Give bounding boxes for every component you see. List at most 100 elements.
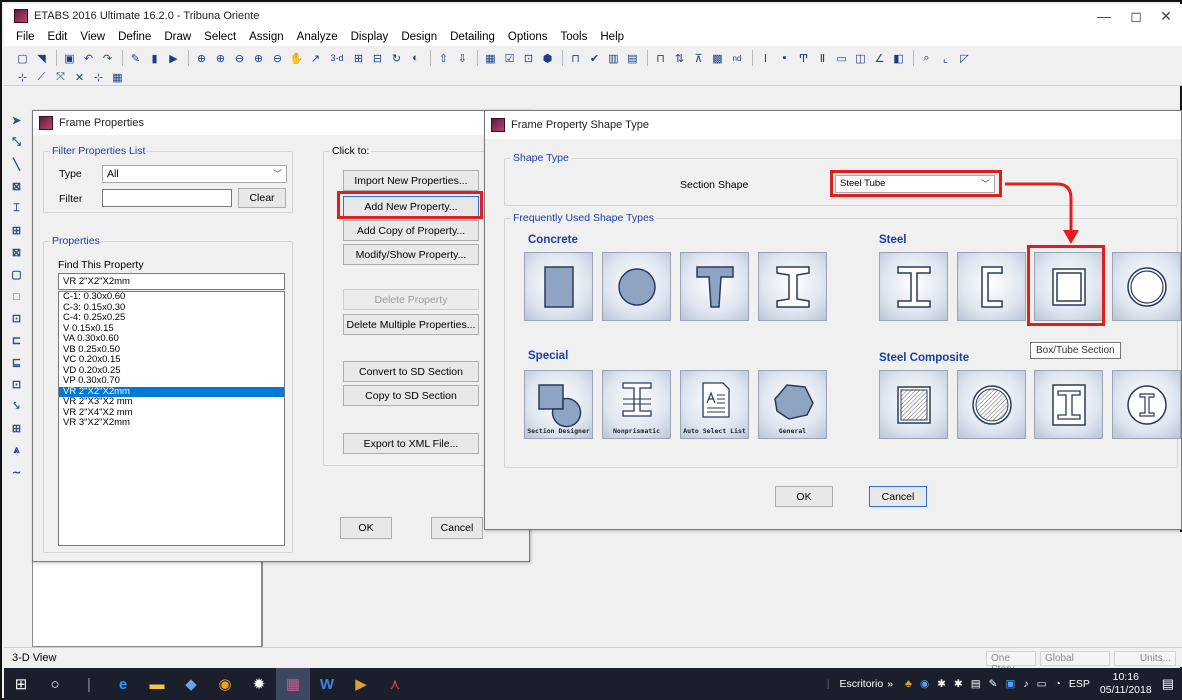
- clock[interactable]: 10:16 05/11/2018: [1100, 671, 1152, 697]
- concrete-tee-tile[interactable]: [680, 252, 749, 321]
- composite-encased-round-tile[interactable]: [1112, 370, 1181, 439]
- pointer-icon[interactable]: ↗: [307, 50, 324, 67]
- list-item[interactable]: VA 0.30x0.60: [59, 333, 284, 345]
- tee-icon[interactable]: Ͳ: [795, 50, 812, 67]
- section-designer-tile[interactable]: Section Designer: [524, 370, 593, 439]
- label-icon[interactable]: ⌞: [937, 50, 954, 67]
- pan-icon[interactable]: ✋: [288, 50, 305, 67]
- shape-cancel-button[interactable]: Cancel: [869, 486, 927, 507]
- bar-chart-icon[interactable]: ▥: [605, 50, 622, 67]
- draw-beam-icon[interactable]: ⌶: [8, 200, 25, 217]
- tray-search-icon[interactable]: ◉: [920, 678, 929, 690]
- forces-icon[interactable]: ⇅: [671, 50, 688, 67]
- draw-floor-icon[interactable]: ▢: [8, 266, 25, 283]
- story-selector[interactable]: One Story: [986, 651, 1036, 675]
- notification-icon[interactable]: ▤: [1162, 676, 1174, 692]
- menu-file[interactable]: File: [16, 31, 35, 43]
- list-item[interactable]: C-4: 0.25x0.25: [59, 312, 284, 324]
- open-icon[interactable]: ◥: [33, 50, 50, 67]
- shell-icon[interactable]: ▩: [709, 50, 726, 67]
- redo-icon[interactable]: ↷: [99, 50, 116, 67]
- pencil-icon[interactable]: ✎: [127, 50, 144, 67]
- clear-filter-button[interactable]: Clear: [238, 188, 286, 208]
- composite-filled-box-tile[interactable]: [879, 370, 948, 439]
- list-item[interactable]: VR 2"X3"X2 mm: [59, 396, 284, 408]
- composite-encased-i-tile[interactable]: [1034, 370, 1103, 439]
- move-up-icon[interactable]: ⇧: [435, 50, 452, 67]
- delete-property-button[interactable]: Delete Property: [343, 289, 479, 310]
- menu-draw[interactable]: Draw: [164, 31, 191, 43]
- draw-tendon-icon[interactable]: ⩓: [8, 442, 25, 459]
- new-model-icon[interactable]: ▢: [14, 50, 31, 67]
- properties-listbox[interactable]: C-1: 0.30x0.60 C-3: 0.15x0.30 C-4: 0.25x…: [58, 291, 285, 546]
- copy-to-sd-button[interactable]: Copy to SD Section: [343, 385, 479, 406]
- lock-icon[interactable]: ▮: [146, 50, 163, 67]
- draw-line-icon[interactable]: ⟋: [33, 69, 50, 86]
- windows-start-icon[interactable]: ⊞: [4, 668, 38, 700]
- coord-system-selector[interactable]: Global: [1040, 651, 1110, 666]
- draw-mesh-icon[interactable]: ▦: [109, 69, 126, 86]
- select-all-icon[interactable]: ☑: [501, 50, 518, 67]
- concrete-i-tile[interactable]: [758, 252, 827, 321]
- etabs-taskbar-icon[interactable]: ▦: [276, 668, 310, 700]
- chrome-icon[interactable]: ◉: [208, 668, 242, 700]
- draw-joint-icon[interactable]: ⊹: [90, 69, 107, 86]
- menu-help[interactable]: Help: [600, 31, 624, 43]
- draw-brace-icon[interactable]: ⤧: [52, 69, 69, 86]
- modify-show-property-button[interactable]: Modify/Show Property...: [343, 244, 479, 265]
- steel-pipe-tile[interactable]: [1112, 252, 1181, 321]
- zoom-in-icon[interactable]: ⊕: [212, 50, 229, 67]
- draw-secondary-icon[interactable]: ⊞: [8, 222, 25, 239]
- draw-link-icon[interactable]: ⊡: [8, 376, 25, 393]
- ok-button[interactable]: OK: [340, 517, 392, 539]
- concrete-rectangular-tile[interactable]: [524, 252, 593, 321]
- import-new-properties-button[interactable]: Import New Properties...: [343, 170, 479, 191]
- draw-column-icon[interactable]: ⊠: [8, 178, 25, 195]
- list-item[interactable]: C-1: 0.30x0.60: [59, 292, 284, 303]
- filter-input[interactable]: [102, 189, 232, 207]
- snap-icon[interactable]: ◸: [956, 50, 973, 67]
- close-button[interactable]: ✕: [1146, 6, 1182, 26]
- tray-app-icon[interactable]: ♣: [905, 678, 912, 690]
- elevation-view-icon[interactable]: ⊟: [369, 50, 386, 67]
- tray-network-alt-icon[interactable]: ✱: [954, 678, 963, 690]
- menu-design[interactable]: Design: [401, 31, 437, 43]
- paint-icon[interactable]: ◆: [174, 668, 208, 700]
- nonprismatic-tile[interactable]: Nonprismatic: [602, 370, 671, 439]
- search-icon[interactable]: ○: [38, 668, 72, 700]
- menu-options[interactable]: Options: [508, 31, 548, 43]
- run-analysis-icon[interactable]: ▶: [165, 50, 182, 67]
- draw-wall-stack-icon[interactable]: ⊑: [8, 354, 25, 371]
- tray-antivirus-icon[interactable]: ✱: [937, 678, 946, 690]
- deformed-shape-icon[interactable]: ⊓: [652, 50, 669, 67]
- draw-point-icon[interactable]: ⊹: [14, 69, 31, 86]
- shape-ok-button[interactable]: OK: [775, 486, 833, 507]
- double-i-icon[interactable]: Ⅱ: [814, 50, 831, 67]
- menu-view[interactable]: View: [80, 31, 105, 43]
- file-explorer-icon[interactable]: ▬: [140, 668, 174, 700]
- tray-storage-icon[interactable]: ▤: [971, 678, 981, 690]
- export-xml-button[interactable]: Export to XML File...: [343, 433, 479, 454]
- view-3d-button[interactable]: 3-d: [326, 50, 348, 67]
- general-section-tile[interactable]: General: [758, 370, 827, 439]
- menu-tools[interactable]: Tools: [561, 31, 588, 43]
- object-shrink-icon[interactable]: ⬢: [539, 50, 556, 67]
- language-indicator[interactable]: ESP: [1069, 678, 1090, 690]
- select-pointer-icon[interactable]: ➤: [8, 112, 25, 129]
- stress-icon[interactable]: ⊼: [690, 50, 707, 67]
- units-selector[interactable]: Units...: [1114, 651, 1176, 666]
- add-copy-property-button[interactable]: Add Copy of Property...: [343, 220, 479, 241]
- steel-i-tile[interactable]: [879, 252, 948, 321]
- draw-dimension-icon[interactable]: ⤥: [8, 398, 25, 415]
- battery-icon[interactable]: ▭: [1037, 678, 1047, 690]
- find-icon[interactable]: ⌕: [918, 50, 935, 67]
- tray-pen-icon[interactable]: ✎: [989, 678, 998, 690]
- menu-edit[interactable]: Edit: [48, 31, 68, 43]
- delete-multiple-properties-button[interactable]: Delete Multiple Properties...: [343, 314, 479, 335]
- wall-icon[interactable]: ◫: [852, 50, 869, 67]
- menu-display[interactable]: Display: [351, 31, 389, 43]
- wifi-icon[interactable]: ◔: [1055, 678, 1061, 690]
- convert-to-sd-button[interactable]: Convert to SD Section: [343, 361, 479, 382]
- tray-onedrive-icon[interactable]: ▣: [1005, 678, 1015, 690]
- draw-wave-icon[interactable]: ∼: [8, 464, 25, 481]
